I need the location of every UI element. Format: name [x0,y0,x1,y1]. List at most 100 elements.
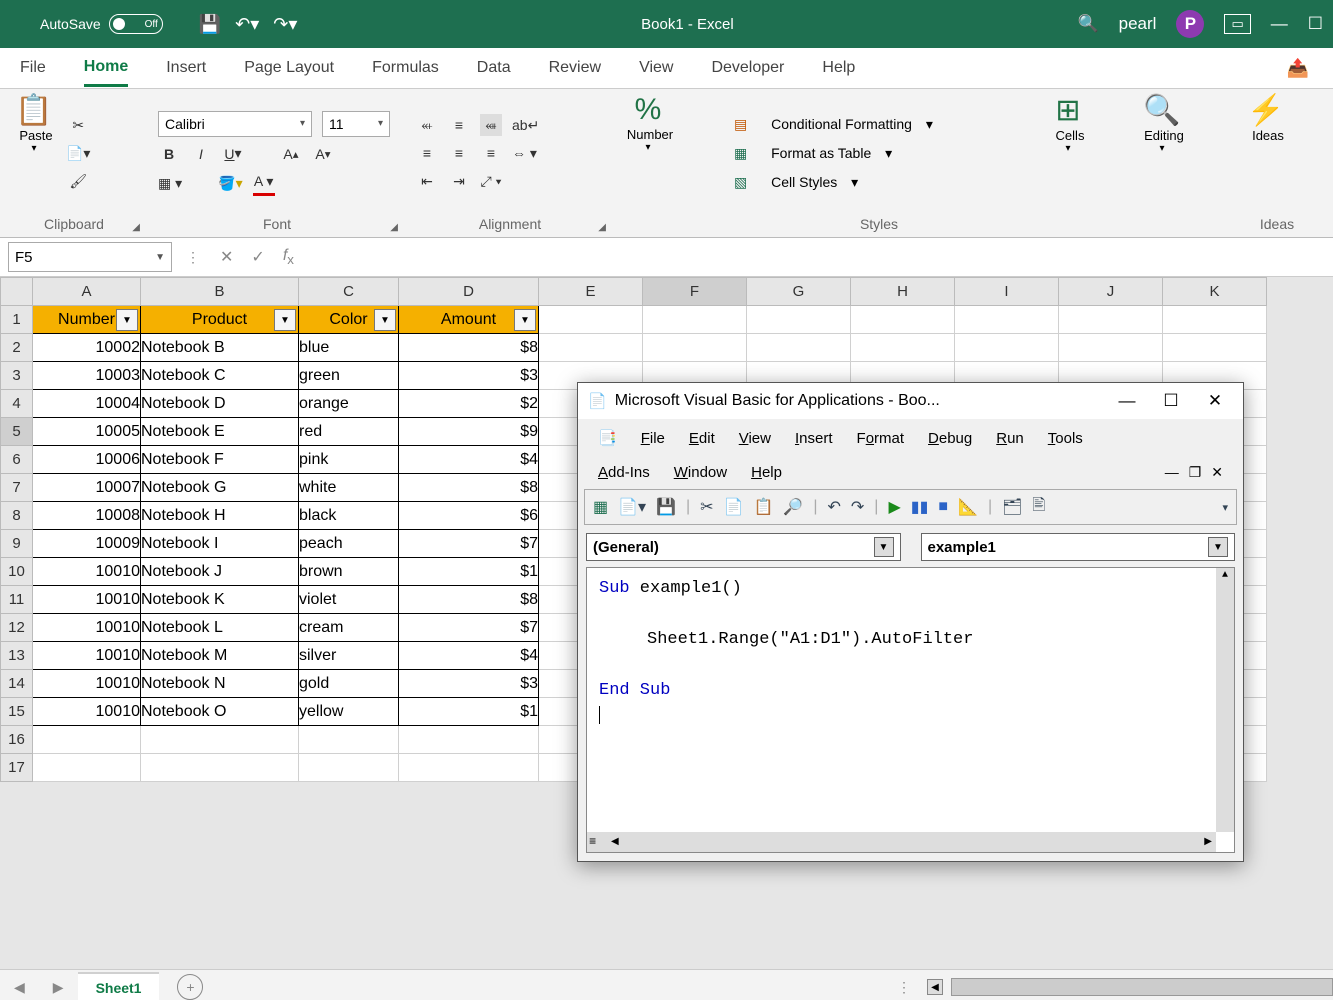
bold-button[interactable]: B [158,143,180,165]
vba-menu-view[interactable]: View [739,430,771,447]
col-header[interactable]: J [1059,278,1163,306]
cell[interactable]: 10010 [33,586,141,614]
reset-icon[interactable]: ■ [938,498,948,516]
col-header[interactable]: C [299,278,399,306]
filter-button[interactable]: ▼ [116,309,138,331]
font-dialog-icon[interactable]: ◢ [390,222,398,233]
italic-button[interactable]: I [190,143,212,165]
fill-color-icon[interactable]: 🪣▾ [218,172,242,194]
sheet-nav-prev-icon[interactable]: ◀ [0,979,39,996]
cell[interactable] [399,726,539,754]
cell[interactable]: Notebook B [141,334,299,362]
cell[interactable]: pink [299,446,399,474]
paste-icon[interactable]: 📋 [753,497,773,517]
row-header[interactable]: 9 [1,530,33,558]
merge-icon[interactable]: ⇔ ▾ [512,142,537,164]
tab-review[interactable]: Review [549,51,601,85]
font-name-select[interactable]: Calibri▾ [158,111,312,137]
autosave-toggle[interactable]: AutoSave Off [40,14,163,34]
cell[interactable]: Notebook G [141,474,299,502]
vba-menu-edit[interactable]: Edit [689,430,715,447]
copy-icon[interactable]: 📄 [724,497,744,517]
vba-menu-insert[interactable]: Insert [795,430,833,447]
cell[interactable]: $9 [399,418,539,446]
row-header[interactable]: 17 [1,754,33,782]
tab-file[interactable]: File [20,51,46,85]
cell[interactable] [747,306,851,334]
cell[interactable]: red [299,418,399,446]
cell[interactable]: $3 [399,670,539,698]
vba-menu-debug[interactable]: Debug [928,430,972,447]
cell[interactable]: Notebook M [141,642,299,670]
cell[interactable]: $1 [399,558,539,586]
align-right-icon[interactable]: ≡ [480,142,502,164]
cell[interactable]: peach [299,530,399,558]
name-box[interactable]: F5▼ [8,242,172,272]
col-header[interactable]: E [539,278,643,306]
horizontal-scrollbar[interactable] [951,978,1333,996]
cell[interactable] [643,334,747,362]
cell[interactable]: $7 [399,614,539,642]
align-center-icon[interactable]: ≡ [448,142,470,164]
filter-button[interactable]: ▼ [374,309,396,331]
row-header[interactable]: 15 [1,698,33,726]
cell[interactable]: 10008 [33,502,141,530]
cell[interactable]: $7 [399,530,539,558]
cell[interactable]: Notebook F [141,446,299,474]
cell[interactable]: Notebook N [141,670,299,698]
maximize-icon[interactable]: ☐ [1308,14,1323,34]
cell[interactable]: $6 [399,502,539,530]
cell[interactable]: blue [299,334,399,362]
row-header[interactable]: 6 [1,446,33,474]
cell[interactable]: cream [299,614,399,642]
cell[interactable]: Notebook E [141,418,299,446]
row-header[interactable]: 5 [1,418,33,446]
row-header[interactable]: 7 [1,474,33,502]
fx-icon[interactable]: fx [283,247,294,267]
sheet-nav-next-icon[interactable]: ▶ [39,979,78,996]
excel-icon[interactable]: ▦ [593,497,608,517]
grow-font-icon[interactable]: A▴ [280,143,302,165]
cell[interactable]: $3 [399,362,539,390]
clipboard-dialog-icon[interactable]: ◢ [132,222,140,233]
filter-button[interactable]: ▼ [274,309,296,331]
cell[interactable]: 10006 [33,446,141,474]
alignment-dialog-icon[interactable]: ◢ [598,222,606,233]
search-icon[interactable]: 🔍 [1077,14,1098,34]
ribbon-display-icon[interactable]: ▭ [1224,14,1250,34]
insert-module-icon[interactable]: 📄▾ [618,497,646,517]
cell[interactable] [851,306,955,334]
tab-home[interactable]: Home [84,50,128,87]
avatar[interactable]: P [1176,10,1204,38]
table-header-cell[interactable]: Color▼ [299,306,399,334]
tab-help[interactable]: Help [822,51,855,85]
break-icon[interactable]: ▮▮ [911,497,929,517]
cell[interactable]: Notebook I [141,530,299,558]
cell[interactable] [299,726,399,754]
table-header-cell[interactable]: Number▼ [33,306,141,334]
cell[interactable]: white [299,474,399,502]
col-header[interactable]: F [643,278,747,306]
indent-left-icon[interactable]: ⇤ [416,170,438,192]
cell[interactable]: Notebook C [141,362,299,390]
col-header[interactable]: G [747,278,851,306]
cell[interactable] [33,726,141,754]
undo-icon[interactable]: ↶ [827,497,840,517]
project-explorer-icon[interactable]: 🗂 [1002,497,1022,517]
cell[interactable]: silver [299,642,399,670]
cell[interactable] [399,754,539,782]
design-mode-icon[interactable]: 📐 [958,497,978,517]
cell[interactable]: $8 [399,334,539,362]
cell[interactable]: 10003 [33,362,141,390]
cell[interactable]: gold [299,670,399,698]
col-header[interactable]: H [851,278,955,306]
cell[interactable]: 10009 [33,530,141,558]
format-as-table-button[interactable]: ▦ Format as Table ▾ [734,145,933,162]
cell[interactable]: 10004 [33,390,141,418]
font-size-select[interactable]: 11▾ [322,111,390,137]
tab-developer[interactable]: Developer [711,51,784,85]
cell[interactable] [1059,306,1163,334]
col-header[interactable]: B [141,278,299,306]
cell[interactable]: black [299,502,399,530]
cell-styles-button[interactable]: ▧ Cell Styles ▾ [734,174,933,191]
